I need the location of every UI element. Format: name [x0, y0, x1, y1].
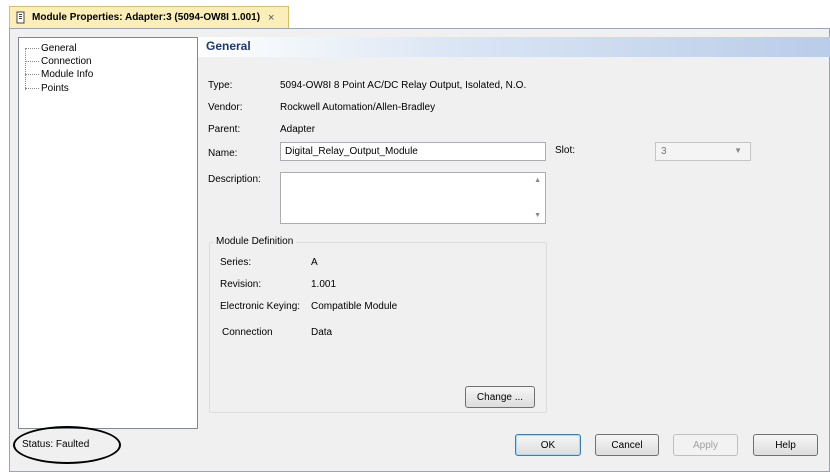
- tree-item-label: Module Info: [41, 69, 94, 80]
- name-field[interactable]: Digital_Relay_Output_Module: [280, 142, 546, 161]
- parent-label: Parent:: [208, 124, 241, 135]
- tree-branch: [25, 61, 39, 62]
- slot-label: Slot:: [555, 145, 576, 156]
- vendor-value: Rockwell Automation/Allen-Bradley: [280, 102, 436, 113]
- connection-label: Connection: [222, 327, 273, 338]
- vendor-label: Vendor:: [208, 102, 243, 113]
- series-label: Series:: [220, 257, 252, 268]
- electronic-keying-label: Electronic Keying:: [220, 301, 301, 312]
- description-label: Description:: [208, 174, 261, 185]
- help-button[interactable]: Help: [753, 434, 818, 456]
- tab-title: Module Properties: Adapter:3 (5094-OW8I …: [32, 12, 261, 23]
- slot-value: 3: [661, 146, 667, 157]
- tree-item-points[interactable]: Points: [25, 82, 69, 95]
- connection-value: Data: [311, 327, 333, 338]
- module-definition-title: Module Definition: [213, 236, 297, 247]
- tree-item-label: Connection: [41, 56, 92, 67]
- type-label: Type:: [208, 80, 233, 91]
- close-icon[interactable]: ×: [268, 12, 274, 24]
- scroll-up-icon[interactable]: ▲: [534, 177, 541, 184]
- section-header: General: [198, 37, 830, 57]
- tree-branch: [25, 88, 39, 89]
- electronic-keying-value: Compatible Module: [311, 301, 398, 312]
- tab-strip: Module Properties: Adapter:3 (5094-OW8I …: [0, 0, 830, 28]
- name-label: Name:: [208, 148, 238, 159]
- tree-branch: [25, 48, 39, 49]
- chevron-down-icon: ▼: [734, 146, 742, 155]
- section-title: General: [206, 39, 251, 53]
- parent-value: Adapter: [280, 124, 316, 135]
- tree-item-label: Points: [41, 83, 69, 94]
- module-properties-dialog: General Connection Module Info Points Ge…: [9, 28, 830, 472]
- module-definition-group: Module Definition Series: A Revision: 1.…: [209, 236, 547, 413]
- tree-item-connection[interactable]: Connection: [25, 55, 92, 68]
- status-text: Status: Faulted: [22, 439, 90, 450]
- module-properties-tab[interactable]: Module Properties: Adapter:3 (5094-OW8I …: [9, 6, 289, 28]
- series-value: A: [311, 257, 318, 268]
- slot-select[interactable]: 3 ▼: [655, 142, 751, 161]
- category-tree: General Connection Module Info Points: [18, 37, 198, 429]
- tree-item-module-info[interactable]: Module Info: [25, 68, 93, 81]
- ok-button[interactable]: OK: [515, 434, 581, 456]
- cancel-button[interactable]: Cancel: [595, 434, 659, 456]
- tree-branch: [25, 74, 39, 75]
- tree-item-label: General: [41, 43, 77, 54]
- type-value: 5094-OW8I 8 Point AC/DC Relay Output, Is…: [280, 80, 527, 91]
- tree-item-general[interactable]: General: [25, 42, 77, 55]
- apply-button[interactable]: Apply: [673, 434, 738, 456]
- description-field[interactable]: ▲ ▼: [280, 172, 546, 224]
- change-button[interactable]: Change ...: [465, 386, 535, 408]
- revision-label: Revision:: [220, 279, 262, 290]
- revision-value: 1.001: [311, 279, 337, 290]
- scroll-down-icon[interactable]: ▼: [534, 212, 541, 219]
- document-icon: [16, 11, 26, 24]
